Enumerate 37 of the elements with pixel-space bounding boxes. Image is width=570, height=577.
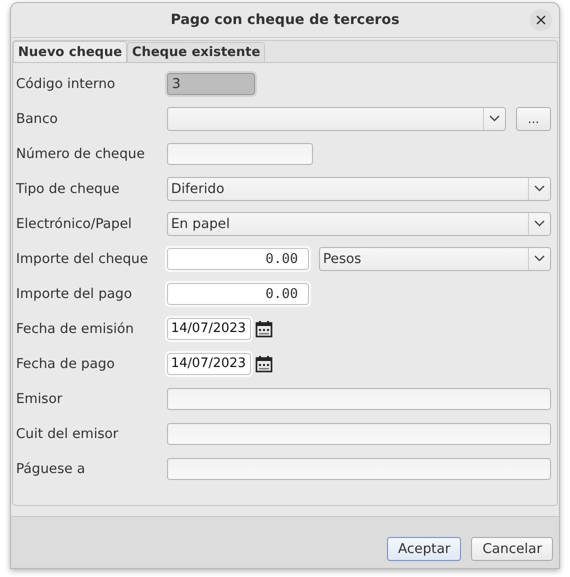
input-field[interactable]: [167, 422, 551, 444]
code-field[interactable]: 3: [167, 72, 255, 94]
field-label: Código interno: [16, 76, 116, 92]
field-label: Importe del pago: [16, 286, 133, 302]
tab[interactable]: Nuevo cheque: [13, 41, 128, 62]
field-label: Páguese a: [16, 460, 86, 476]
field-label: Tipo de cheque: [16, 180, 121, 196]
field-label: Emisor: [16, 390, 64, 406]
calendar-icon[interactable]: [255, 320, 273, 338]
field-label: Fecha de pago: [16, 356, 116, 372]
calendar-icon[interactable]: [255, 354, 273, 372]
amount-field[interactable]: 0.00: [167, 282, 309, 304]
ok-button[interactable]: Aceptar: [387, 537, 462, 561]
chevron-down-icon: [489, 115, 500, 122]
date-field[interactable]: 14/07/2023: [167, 352, 251, 374]
field-label: Fecha de emisión: [16, 320, 135, 336]
amount-field[interactable]: 0.00: [167, 248, 309, 270]
date-field[interactable]: 14/07/2023: [167, 318, 251, 340]
currency-dropdown[interactable]: Pesos: [319, 246, 551, 270]
cancel-button[interactable]: Cancelar: [471, 537, 553, 561]
tab[interactable]: Cheque existente: [127, 42, 266, 62]
dropdown[interactable]: [167, 106, 506, 130]
input-field[interactable]: [167, 458, 551, 480]
close-icon[interactable]: [530, 9, 552, 31]
dropdown[interactable]: Diferido: [167, 176, 551, 200]
input-field[interactable]: [167, 142, 313, 164]
dropdown[interactable]: En papel: [167, 212, 551, 236]
field-label: Importe del cheque: [16, 250, 150, 266]
field-label: Número de cheque: [16, 146, 146, 162]
field-label: Cuit del emisor: [16, 426, 120, 442]
chevron-down-icon: [534, 220, 545, 227]
field-label: Electrónico/Papel: [16, 216, 133, 232]
field-label: Banco: [16, 110, 59, 126]
browse-button[interactable]: ...: [516, 106, 551, 130]
chevron-down-icon: [534, 255, 545, 262]
input-field[interactable]: [167, 388, 551, 410]
chevron-down-icon: [534, 185, 545, 192]
